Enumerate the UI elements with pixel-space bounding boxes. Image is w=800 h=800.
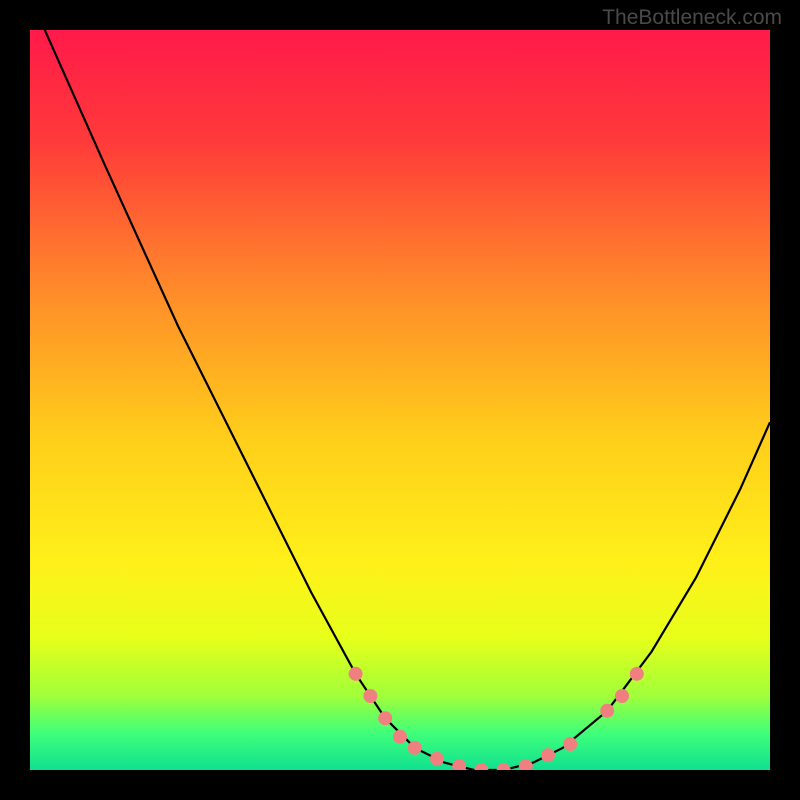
marker-point [378, 711, 392, 725]
watermark-text: TheBottleneck.com [602, 6, 782, 30]
marker-point [600, 704, 614, 718]
marker-point [563, 737, 577, 751]
marker-point [452, 759, 466, 770]
marker-point [430, 752, 444, 766]
marker-point [615, 689, 629, 703]
marker-point [393, 730, 407, 744]
marker-point [497, 763, 511, 770]
chart-frame: TheBottleneck.com [0, 0, 800, 800]
plot-area [30, 30, 770, 770]
marker-point [363, 689, 377, 703]
marker-point [408, 741, 422, 755]
marker-point [349, 667, 363, 681]
curve-layer [30, 30, 770, 770]
marker-point [630, 667, 644, 681]
bottleneck-curve [45, 30, 770, 770]
marker-point [541, 748, 555, 762]
marker-point [474, 763, 488, 770]
marker-point [519, 759, 533, 770]
